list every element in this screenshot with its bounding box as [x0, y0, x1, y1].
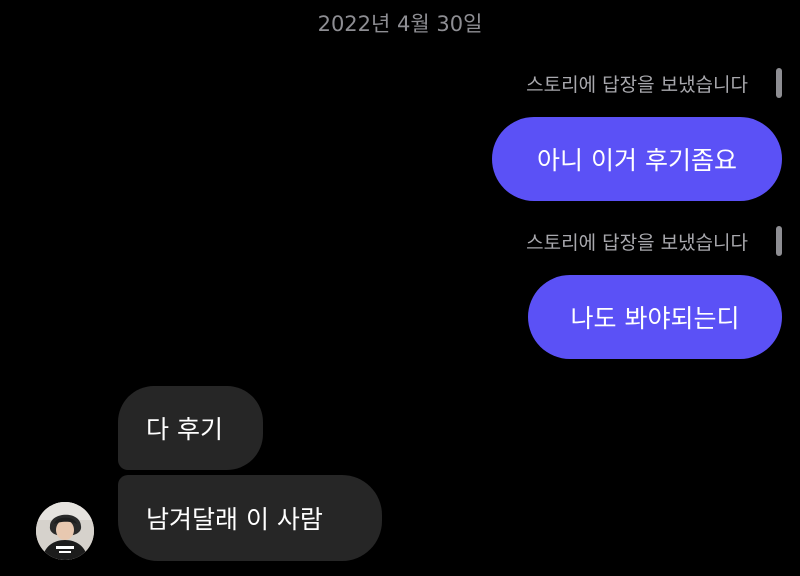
message-text: 아니 이거 후기좀요 [537, 146, 737, 175]
story-reply-bar-icon[interactable] [776, 68, 782, 98]
message-bubble-incoming[interactable]: 다 후기 [118, 386, 263, 470]
avatar-photo-icon [36, 502, 94, 560]
date-header: 2022년 4월 30일 [317, 12, 483, 36]
message-bubble-outgoing[interactable]: 나도 봐야되는디 [528, 275, 782, 359]
message-text: 남겨달래 이 사람 [146, 505, 323, 534]
message-bubble-incoming[interactable]: 남겨달래 이 사람 [118, 475, 382, 561]
story-reply-bar-icon[interactable] [776, 226, 782, 256]
story-reply-note: 스토리에 답장을 보냈습니다 [526, 232, 748, 254]
user-avatar-icon[interactable] [36, 502, 94, 560]
message-text: 나도 봐야되는디 [570, 304, 740, 333]
story-reply-note: 스토리에 답장을 보냈습니다 [526, 74, 748, 96]
message-bubble-outgoing[interactable]: 아니 이거 후기좀요 [492, 117, 782, 201]
message-text: 다 후기 [146, 415, 223, 444]
